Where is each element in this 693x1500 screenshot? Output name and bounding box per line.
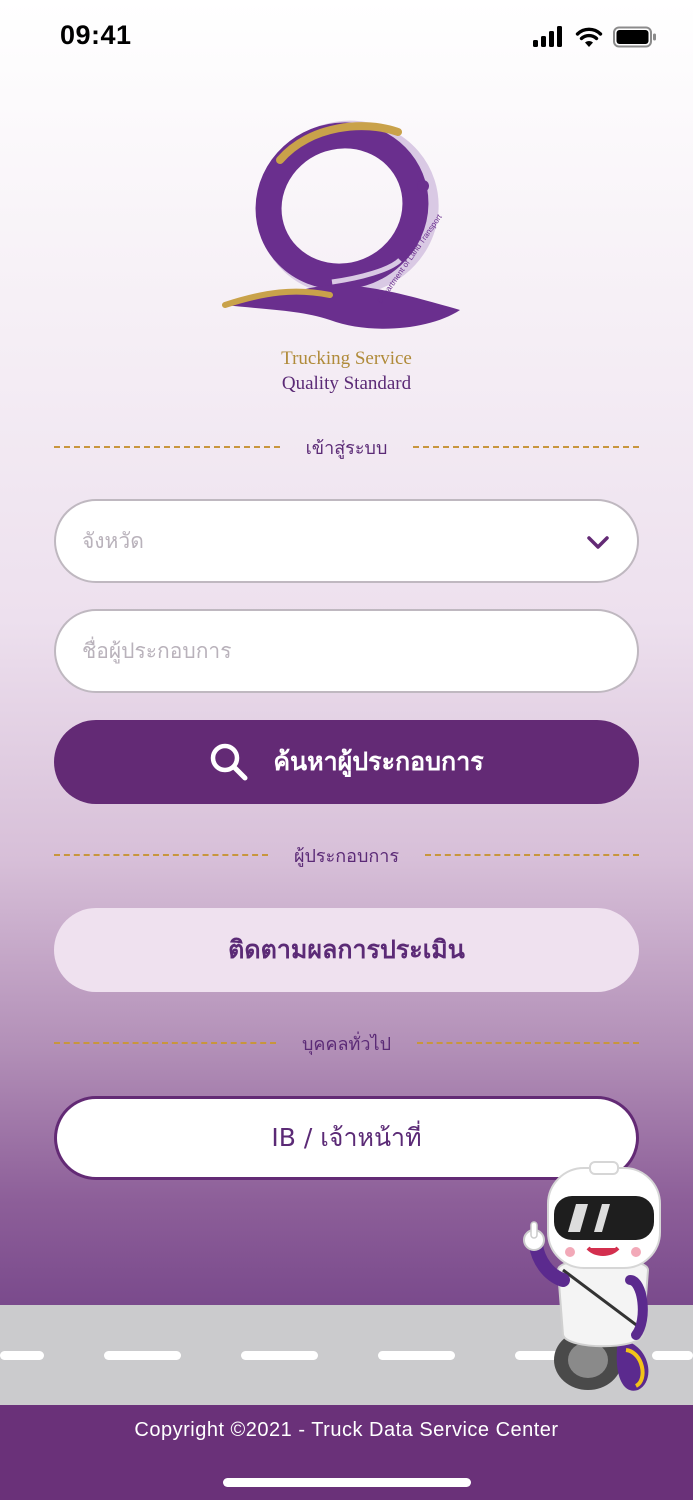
public-divider: บุคคลทั่วไป bbox=[54, 1031, 639, 1055]
search-operator-button[interactable]: ค้นหาผู้ประกอบการ bbox=[54, 720, 639, 804]
status-icons bbox=[533, 26, 657, 48]
wifi-icon bbox=[575, 27, 603, 47]
tsqs-logo: Department of Land Transport bbox=[222, 120, 460, 329]
status-time: 09:41 bbox=[60, 20, 132, 50]
operator-name-placeholder: ชื่อผู้ประกอบการ bbox=[82, 638, 232, 663]
chevron-down-icon bbox=[587, 536, 609, 549]
copyright-text: Copyright ©2021 - Truck Data Service Cen… bbox=[134, 1419, 559, 1441]
operator-divider: ผู้ประกอบการ bbox=[54, 843, 639, 867]
operator-divider-label: ผู้ประกอบการ bbox=[293, 845, 400, 867]
logo-caption-line1: Trucking Service bbox=[281, 348, 412, 369]
login-divider: เข้าสู่ระบบ bbox=[54, 435, 639, 459]
divider-dash bbox=[425, 854, 639, 856]
footer: Copyright ©2021 - Truck Data Service Cen… bbox=[0, 1405, 693, 1500]
ib-button-label: IB / เจ้าหน้าที่ bbox=[271, 1123, 422, 1152]
signal-icon bbox=[533, 26, 562, 47]
divider-dash bbox=[54, 1042, 276, 1044]
province-placeholder: จังหวัด bbox=[82, 528, 144, 553]
search-button-label: ค้นหาผู้ประกอบการ bbox=[273, 747, 484, 776]
track-evaluation-button[interactable]: ติดตามผลการประเมิน bbox=[54, 908, 639, 992]
track-button-label: ติดตามผลการประเมิน bbox=[228, 935, 465, 964]
public-divider-label: บุคคลทั่วไป bbox=[302, 1033, 391, 1055]
search-icon bbox=[211, 743, 248, 781]
status-bar: 09:41 bbox=[0, 0, 693, 80]
robot-mascot bbox=[523, 1161, 661, 1391]
battery-icon bbox=[613, 26, 656, 48]
divider-dash bbox=[417, 1042, 639, 1044]
divider-dash bbox=[54, 446, 280, 448]
login-divider-label: เข้าสู่ระบบ bbox=[305, 437, 388, 459]
divider-dash bbox=[54, 854, 268, 856]
home-indicator[interactable] bbox=[223, 1478, 471, 1487]
divider-dash bbox=[413, 446, 639, 448]
province-select[interactable]: จังหวัด bbox=[54, 499, 639, 583]
operator-name-input[interactable]: ชื่อผู้ประกอบการ bbox=[54, 609, 639, 693]
logo-caption-line2: Quality Standard bbox=[281, 373, 412, 394]
